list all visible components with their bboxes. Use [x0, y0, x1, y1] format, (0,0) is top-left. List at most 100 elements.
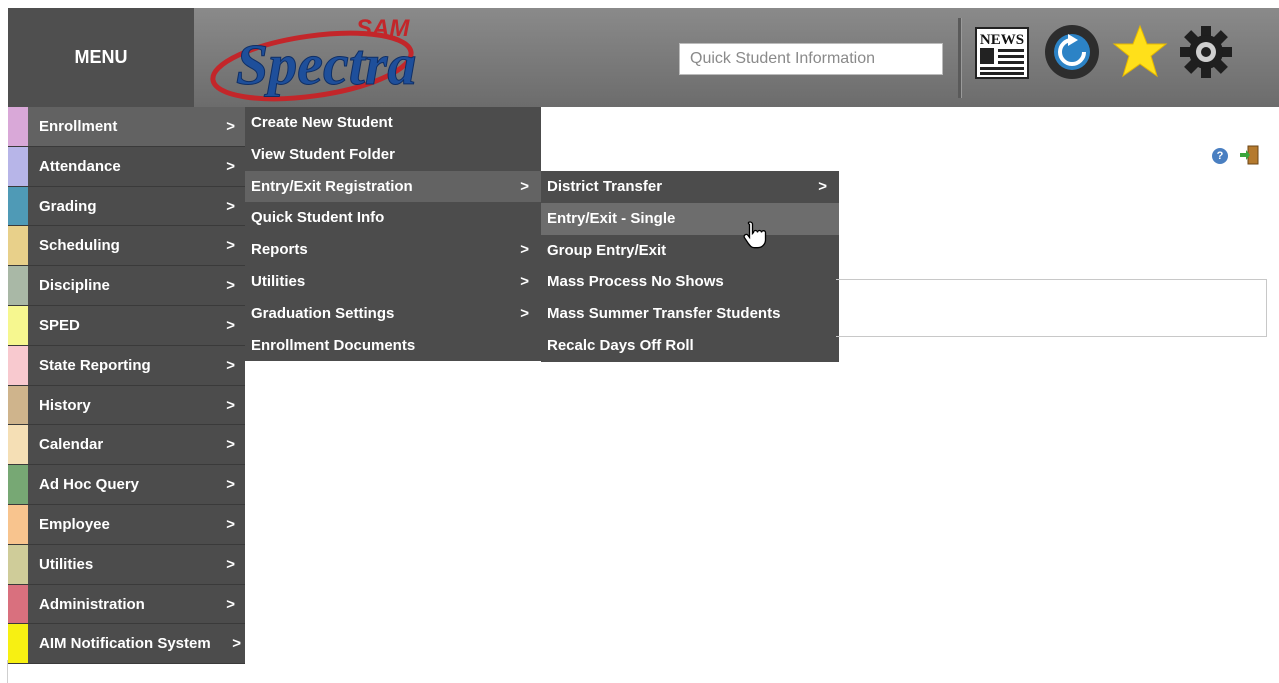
- submenu-arrow-icon: >: [226, 515, 235, 533]
- submenu-item-mass-process-no-shows[interactable]: Mass Process No Shows: [541, 266, 839, 298]
- menu-item-label: Ad Hoc Query: [39, 476, 140, 494]
- main-menu: Enrollment > Attendance > Grading > Sche…: [8, 107, 245, 665]
- menu-item-label: AIM Notification System: [39, 635, 211, 653]
- menu-color-swatch: [8, 504, 28, 544]
- submenu-arrow-icon: >: [226, 476, 235, 494]
- content-panel: [836, 279, 1267, 337]
- menu-color-swatch: [8, 107, 28, 146]
- submenu-item-label: District Transfer: [547, 178, 663, 195]
- submenu-item-view-student-folder[interactable]: View Student Folder: [245, 139, 541, 171]
- submenu-arrow-icon: >: [520, 272, 529, 290]
- menu-item-enrollment[interactable]: Enrollment >: [8, 107, 245, 147]
- submenu-item-reports[interactable]: Reports >: [245, 234, 541, 266]
- menu-color-swatch: [8, 266, 28, 305]
- submenu-item-utilities[interactable]: Utilities >: [245, 266, 541, 298]
- menu-color-swatch: [8, 305, 28, 345]
- menu-item-label: Administration: [39, 595, 145, 613]
- submenu-item-label: Entry/Exit - Single: [547, 209, 676, 227]
- menu-item-ad-hoc-query[interactable]: Ad Hoc Query >: [8, 465, 245, 505]
- quick-student-search-input[interactable]: [679, 43, 943, 75]
- menu-item-label: SPED: [39, 316, 80, 334]
- menu-item-label: Discipline: [39, 277, 110, 295]
- menu-color-swatch: [8, 385, 28, 425]
- enrollment-submenu: Create New Student View Student Folder E…: [245, 107, 541, 362]
- submenu-item-recalc-days-off-roll[interactable]: Recalc Days Off Roll: [541, 330, 839, 362]
- menu-item-discipline[interactable]: Discipline >: [8, 266, 245, 306]
- help-icon[interactable]: ?: [1212, 148, 1228, 164]
- submenu-arrow-icon: >: [226, 197, 235, 215]
- submenu-arrow-icon: >: [520, 241, 529, 259]
- news-icon[interactable]: NEWS: [972, 22, 1032, 82]
- submenu-item-create-new-student[interactable]: Create New Student: [245, 107, 541, 139]
- menu-item-attendance[interactable]: Attendance >: [8, 146, 245, 187]
- toolbar-divider: [958, 18, 962, 98]
- submenu-arrow-icon: >: [226, 595, 235, 613]
- submenu-arrow-icon: >: [818, 178, 827, 195]
- submenu-item-quick-student-info[interactable]: Quick Student Info: [245, 202, 541, 234]
- submenu-arrow-icon: >: [520, 304, 529, 322]
- entry-exit-submenu: District Transfer > Entry/Exit - Single G…: [541, 171, 839, 362]
- submenu-item-entry-exit-registration[interactable]: Entry/Exit Registration >: [245, 170, 541, 203]
- menu-color-swatch: [8, 584, 28, 624]
- menu-item-scheduling[interactable]: Scheduling >: [8, 226, 245, 267]
- menu-item-label: History: [39, 396, 91, 414]
- menu-item-utilities[interactable]: Utilities >: [8, 544, 245, 585]
- menu-item-sped[interactable]: SPED >: [8, 305, 245, 346]
- menu-item-grading[interactable]: Grading >: [8, 186, 245, 227]
- menu-item-label: Attendance: [39, 157, 121, 175]
- menu-item-calendar[interactable]: Calendar >: [8, 425, 245, 466]
- submenu-item-label: Group Entry/Exit: [547, 241, 667, 259]
- hand-pointer-cursor-icon: [743, 221, 767, 249]
- submenu-arrow-icon: >: [226, 396, 235, 414]
- submenu-item-group-entry-exit[interactable]: Group Entry/Exit: [541, 235, 839, 267]
- submenu-item-entry-exit-single[interactable]: Entry/Exit - Single: [541, 202, 839, 235]
- menu-color-swatch: [8, 186, 28, 226]
- submenu-arrow-icon: >: [226, 118, 235, 135]
- submenu-item-label: Quick Student Info: [251, 209, 385, 227]
- submenu-item-graduation-settings[interactable]: Graduation Settings >: [245, 298, 541, 330]
- menu-item-label: Utilities: [39, 555, 94, 573]
- submenu-item-label: Reports: [251, 241, 308, 259]
- menu-item-history[interactable]: History >: [8, 385, 245, 426]
- submenu-item-label: Graduation Settings: [251, 304, 395, 322]
- menu-color-swatch: [8, 146, 28, 186]
- menu-button[interactable]: MENU: [8, 8, 194, 107]
- submenu-item-mass-summer-transfer-students[interactable]: Mass Summer Transfer Students: [541, 298, 839, 330]
- submenu-item-label: Entry/Exit Registration: [251, 177, 413, 195]
- menu-color-swatch: [8, 425, 28, 465]
- submenu-item-label: Recalc Days Off Roll: [547, 336, 694, 354]
- submenu-arrow-icon: >: [232, 635, 241, 653]
- favorites-star-icon[interactable]: [1110, 22, 1170, 82]
- menu-item-label: Scheduling: [39, 237, 120, 255]
- submenu-item-label: Utilities: [251, 272, 306, 290]
- news-icon-label: NEWS: [980, 32, 1024, 48]
- menu-item-employee[interactable]: Employee >: [8, 504, 245, 545]
- submenu-arrow-icon: >: [226, 436, 235, 454]
- sam-spectra-logo[interactable]: SAM Spectra: [202, 8, 532, 107]
- submenu-item-label: Mass Summer Transfer Students: [547, 305, 781, 323]
- menu-item-aim-notification-system[interactable]: AIM Notification System >: [8, 624, 245, 665]
- menu-item-label: Employee: [39, 515, 110, 533]
- menu-item-state-reporting[interactable]: State Reporting >: [8, 345, 245, 386]
- submenu-item-district-transfer[interactable]: District Transfer >: [541, 171, 839, 203]
- submenu-item-enrollment-documents[interactable]: Enrollment Documents: [245, 330, 541, 362]
- submenu-arrow-icon: >: [226, 157, 235, 175]
- menu-item-label: Grading: [39, 197, 97, 215]
- submenu-arrow-icon: >: [226, 356, 235, 374]
- refresh-icon[interactable]: [1042, 22, 1102, 82]
- menu-item-label: Calendar: [39, 436, 104, 454]
- settings-gear-icon[interactable]: [1176, 22, 1236, 82]
- exit-door-icon[interactable]: [1238, 144, 1260, 166]
- submenu-arrow-icon: >: [226, 316, 235, 334]
- submenu-item-label: Create New Student: [251, 114, 393, 131]
- submenu-arrow-icon: >: [226, 555, 235, 573]
- menu-item-administration[interactable]: Administration >: [8, 584, 245, 625]
- submenu-item-label: Enrollment Documents: [251, 336, 416, 354]
- submenu-item-label: View Student Folder: [251, 145, 395, 163]
- submenu-arrow-icon: >: [226, 277, 235, 295]
- menu-color-swatch: [8, 226, 28, 266]
- menu-item-label: State Reporting: [39, 356, 151, 374]
- submenu-arrow-icon: >: [226, 237, 235, 255]
- menu-item-label: Enrollment: [39, 118, 118, 135]
- logo-large-text: Spectra: [236, 32, 416, 97]
